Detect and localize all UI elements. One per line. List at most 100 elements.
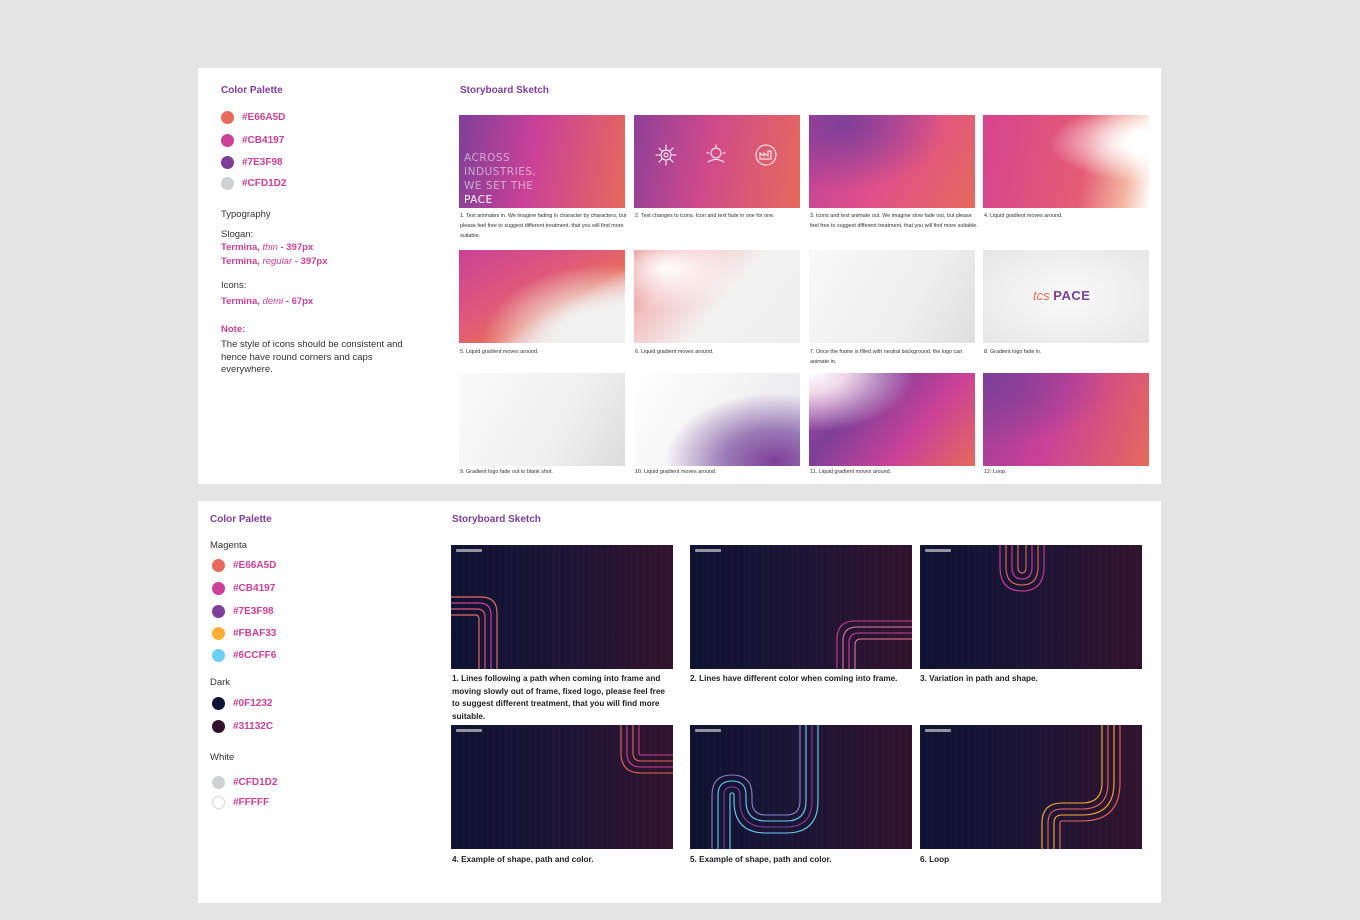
frame-caption: 4. Example of shape, path and color. [452, 855, 594, 864]
font-weight: regular [262, 256, 293, 267]
frame-caption: 11. Liquid gradient moves around. [810, 469, 892, 475]
storyboard-frame-11 [809, 373, 975, 466]
slogan-font-thin: Termina, thin - 397px [221, 242, 313, 253]
color-swatch [212, 559, 225, 572]
hex-code: #CB4197 [242, 135, 285, 146]
hex-code: #CFD1D2 [233, 777, 278, 788]
swatch-row: #E66A5D [212, 559, 276, 572]
storyboard-frame-lines-1 [451, 545, 673, 669]
icon-group [754, 143, 778, 173]
font-size: - 397px [292, 256, 328, 267]
swatch-row: #FBAF33 [212, 627, 276, 640]
font-weight: demi [262, 296, 284, 307]
font-size: - 67px [283, 296, 314, 307]
frame-caption: 8. Gradient logo fade in. [984, 349, 1042, 355]
frame-caption: 1. Text animates in. We imagine fading i… [460, 213, 627, 239]
frame-caption: 6. Liquid gradient moves around. [635, 349, 714, 355]
frame-caption: 6. Loop [920, 855, 950, 864]
logo-placeholder [695, 549, 721, 552]
hex-code: #CB4197 [233, 583, 276, 594]
font-name: Termina, [221, 296, 263, 307]
storyboard-frame-4 [983, 115, 1149, 208]
icon-group [704, 143, 728, 173]
hex-code: #FFFFF [233, 797, 270, 808]
gear-network-icon [655, 144, 677, 166]
font-weight: thin [262, 242, 278, 253]
swatch-row: #CB4197 [212, 582, 275, 595]
slogan-line: WE SET THE [464, 180, 534, 192]
cog-hand-icon [706, 144, 726, 163]
font-name: Termina, [221, 242, 263, 253]
color-swatch [212, 776, 225, 789]
color-swatch [221, 111, 234, 124]
color-swatch [212, 649, 225, 662]
icons-font: Termina, demi - 67px [221, 296, 313, 307]
swatch-row: #7E3F98 [221, 156, 283, 169]
frame-caption: 2. Text changes to icons. Icon and text … [635, 213, 775, 219]
slogan-label: Slogan: [221, 229, 254, 240]
color-swatch [221, 177, 234, 190]
frame-caption: 3. Variation in path and shape. [920, 674, 1038, 683]
storyboard-frame-5 [459, 250, 625, 343]
logo-placeholder [695, 729, 721, 732]
color-swatch [212, 720, 225, 733]
white-label: White [210, 752, 235, 763]
hex-code: #0F1232 [233, 698, 273, 709]
storyboard-frame-10 [634, 373, 800, 466]
color-swatch [221, 156, 234, 169]
slogan-font-regular: Termina, regular - 397px [221, 256, 328, 267]
icons-label: Icons: [221, 280, 247, 291]
line-path-graphic [836, 620, 912, 669]
hex-code: #CFD1D2 [242, 178, 287, 189]
line-path-graphic [451, 596, 498, 669]
note-title: Note: [221, 324, 246, 335]
frame-caption: 12. Loop. [984, 469, 1007, 475]
typography-title: Typography [221, 209, 271, 220]
hex-code: #E66A5D [242, 112, 286, 123]
swatch-row: #0F1232 [212, 697, 272, 710]
color-swatch [212, 582, 225, 595]
frame-caption: 7. Once the frame is filled with neutral… [810, 349, 963, 365]
font-size: - 397px [277, 242, 314, 253]
dark-label: Dark [210, 677, 231, 688]
storyboard-frame-9 [459, 373, 625, 466]
storyboard-frame-6 [634, 250, 800, 343]
factory-icon [755, 144, 777, 166]
storyboard-frame-3 [809, 115, 975, 208]
color-swatch [212, 605, 225, 618]
storyboard-frame-lines-5 [690, 725, 912, 849]
frame-caption: 2. Lines have different color when comin… [690, 674, 898, 683]
line-path-graphic [999, 545, 1045, 592]
color-swatch [212, 697, 225, 710]
storyboard-frame-lines-2 [690, 545, 912, 669]
storyboard-frame-8: tcs PACE [983, 250, 1149, 343]
slogan-line: INDUSTRIES, [464, 166, 537, 178]
tcs-pace-logo: tcs PACE [1033, 288, 1090, 303]
hex-code: #7E3F98 [242, 157, 283, 168]
magenta-label: Magenta [210, 540, 247, 551]
storyboard-frame-2 [634, 115, 800, 208]
hex-code: #FBAF33 [233, 628, 277, 639]
slogan-pace: PACE [464, 194, 493, 206]
color-swatch [212, 627, 225, 640]
swatch-row: #E66A5D [221, 111, 285, 124]
hex-code: #E66A5D [233, 560, 277, 571]
storyboard-panel-gradient: Color Palette Storyboard Sketch #E66A5D … [198, 68, 1161, 484]
storyboard-frame-1: ACROSS INDUSTRIES, WE SET THE PACE [459, 115, 625, 208]
swatch-row: #CFD1D2 [221, 177, 286, 190]
frame-caption: 3. Icons and text animate out. We imagin… [810, 213, 978, 229]
logo-placeholder [456, 549, 482, 552]
note-body: The style of icons should be consistent … [221, 339, 403, 375]
logo-placeholder [925, 729, 951, 732]
color-palette-title: Color Palette [210, 514, 272, 525]
storyboard-frame-12 [983, 373, 1149, 466]
color-swatch [221, 134, 234, 147]
storyboard-frame-lines-3 [920, 545, 1142, 669]
storyboard-frame-lines-4 [451, 725, 673, 849]
logo-pace: PACE [1053, 288, 1091, 303]
swatch-row: #7E3F98 [212, 605, 274, 618]
hex-code: #31132C [233, 721, 274, 732]
swatch-row: #6CCFF6 [212, 649, 276, 662]
storyboard-panel-lines: Color Palette Storyboard Sketch Magenta … [198, 501, 1161, 903]
storyboard-frame-lines-6 [920, 725, 1142, 849]
